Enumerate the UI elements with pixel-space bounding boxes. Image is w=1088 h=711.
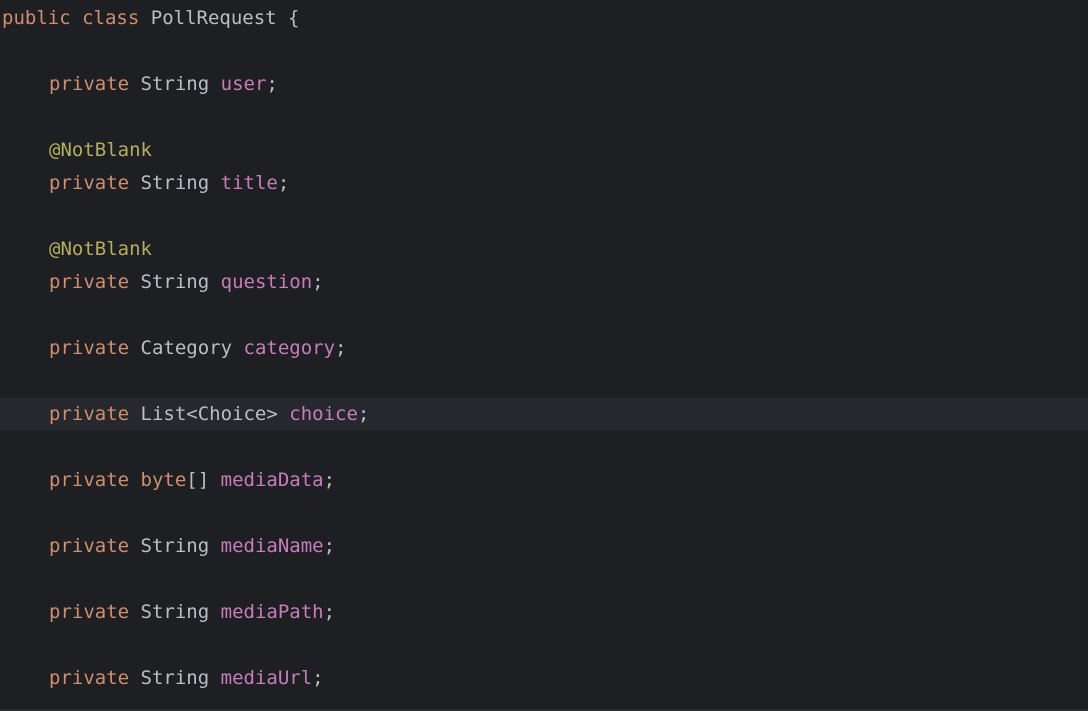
array-brackets: [] bbox=[186, 469, 210, 491]
field-name: user bbox=[220, 73, 267, 95]
field-type: String bbox=[140, 271, 210, 293]
field-name: mediaData bbox=[220, 469, 324, 491]
modifier-private: private bbox=[49, 337, 130, 359]
modifier-private: private bbox=[49, 73, 130, 95]
code-line-field-mediapath[interactable]: private String mediaPath; bbox=[0, 596, 1088, 629]
class-name: PollRequest bbox=[150, 7, 277, 29]
modifier-private: private bbox=[49, 469, 130, 491]
field-name: category bbox=[243, 337, 336, 359]
modifier-private: private bbox=[49, 403, 130, 425]
code-line-field-category[interactable]: private Category category; bbox=[0, 332, 1088, 365]
keyword-public: public bbox=[2, 7, 71, 29]
field-type: String bbox=[140, 73, 210, 95]
semicolon: ; bbox=[277, 172, 290, 194]
semicolon: ; bbox=[266, 73, 278, 95]
semicolon: ; bbox=[323, 469, 336, 491]
field-name: mediaName bbox=[220, 535, 324, 557]
code-line-annotation[interactable]: @NotBlank bbox=[0, 233, 1088, 266]
primitive-type: byte bbox=[140, 469, 187, 491]
semicolon: ; bbox=[335, 337, 347, 359]
modifier-private: private bbox=[49, 172, 130, 194]
code-line-field-choice-current[interactable]: private List<Choice> choice; bbox=[0, 398, 1088, 431]
field-name: question bbox=[220, 271, 313, 293]
code-line-field-question[interactable]: private String question; bbox=[0, 266, 1088, 299]
keyword-class: class bbox=[82, 7, 140, 29]
field-type: List<Choice> bbox=[140, 403, 278, 425]
modifier-private: private bbox=[49, 601, 130, 623]
field-type: String bbox=[140, 172, 210, 194]
modifier-private: private bbox=[49, 271, 130, 293]
code-line-class-declaration[interactable]: public class PollRequest { bbox=[0, 2, 1088, 35]
semicolon: ; bbox=[312, 271, 324, 293]
code-line-field-mediaurl[interactable]: private String mediaUrl; bbox=[0, 662, 1088, 695]
code-line-field-title[interactable]: private String title; bbox=[0, 167, 1088, 200]
modifier-private: private bbox=[49, 535, 130, 557]
semicolon: ; bbox=[357, 403, 370, 425]
code-line-field-medianame[interactable]: private String mediaName; bbox=[0, 530, 1088, 563]
semicolon: ; bbox=[323, 535, 336, 557]
semicolon: ; bbox=[312, 667, 324, 689]
field-type: String bbox=[140, 667, 210, 689]
field-type: Category bbox=[140, 337, 233, 359]
code-line-field-mediadata[interactable]: private byte[] mediaData; bbox=[0, 464, 1088, 497]
field-name: mediaPath bbox=[220, 601, 324, 623]
field-name: title bbox=[220, 172, 278, 194]
code-line-annotation[interactable]: @NotBlank bbox=[0, 134, 1088, 167]
field-type: String bbox=[140, 601, 210, 623]
annotation-notblank: @NotBlank bbox=[49, 238, 152, 260]
semicolon: ; bbox=[323, 601, 336, 623]
field-name: choice bbox=[289, 403, 358, 425]
field-type: String bbox=[140, 535, 210, 557]
modifier-private: private bbox=[49, 667, 130, 689]
annotation-notblank: @NotBlank bbox=[49, 139, 152, 161]
code-editor[interactable]: public class PollRequest { private Strin… bbox=[0, 0, 1088, 711]
code-line-field-user[interactable]: private String user; bbox=[0, 68, 1088, 101]
field-name: mediaUrl bbox=[220, 667, 313, 689]
open-brace: { bbox=[288, 7, 300, 29]
